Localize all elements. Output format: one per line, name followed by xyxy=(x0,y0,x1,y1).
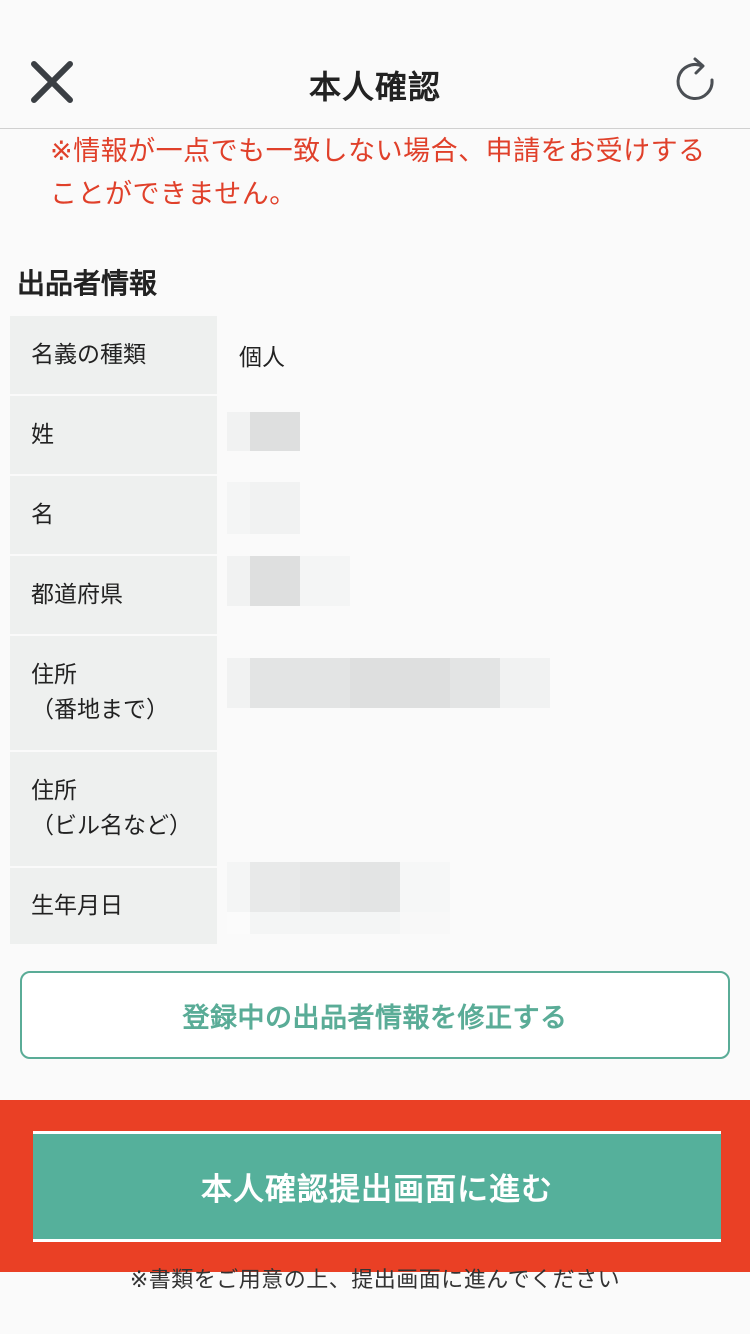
redacted-value xyxy=(227,412,300,451)
table-row: 名義の種類 個人 xyxy=(10,316,750,396)
table-row: 名 xyxy=(10,476,750,556)
edit-seller-info-button[interactable]: 登録中の出品者情報を修正する xyxy=(20,971,730,1059)
row-label: 都道府県 xyxy=(10,556,217,634)
page-title: 本人確認 xyxy=(308,68,441,106)
warning-message: ※情報が一点でも一致しない場合、申請をお受けすることができません。 xyxy=(50,136,706,210)
row-label: 姓 xyxy=(10,396,217,474)
section-title: 出品者情報 xyxy=(17,267,158,300)
row-value xyxy=(217,752,750,866)
redacted-value xyxy=(227,658,550,708)
redacted-value xyxy=(227,862,450,934)
row-label: 住所 （番地まで） xyxy=(10,636,217,750)
footnote: ※書類をご用意の上、提出画面に進んでください xyxy=(129,1268,621,1293)
seller-info-table: 名義の種類 個人 姓 名 都道府県 住所 （番地まで） 住所 （ビル名など） 生… xyxy=(10,316,750,946)
table-row: 生年月日 xyxy=(10,862,750,946)
row-label: 名義の種類 xyxy=(10,316,217,394)
proceed-to-submission-button[interactable]: 本人確認提出画面に進む xyxy=(33,1131,721,1242)
row-label: 名 xyxy=(10,476,217,554)
row-value: 個人 xyxy=(239,345,285,371)
row-label: 住所 （ビル名など） xyxy=(10,752,217,866)
table-row: 住所 （ビル名など） xyxy=(10,752,750,868)
row-label: 生年月日 xyxy=(10,868,217,944)
table-row: 住所 （番地まで） xyxy=(10,636,750,752)
reload-button[interactable] xyxy=(668,54,722,108)
redacted-value xyxy=(227,482,300,534)
reload-icon xyxy=(676,57,714,100)
redacted-value xyxy=(227,556,350,606)
table-row: 都道府県 xyxy=(10,556,750,636)
app-header: 本人確認 xyxy=(0,0,750,129)
table-row: 姓 xyxy=(10,396,750,476)
